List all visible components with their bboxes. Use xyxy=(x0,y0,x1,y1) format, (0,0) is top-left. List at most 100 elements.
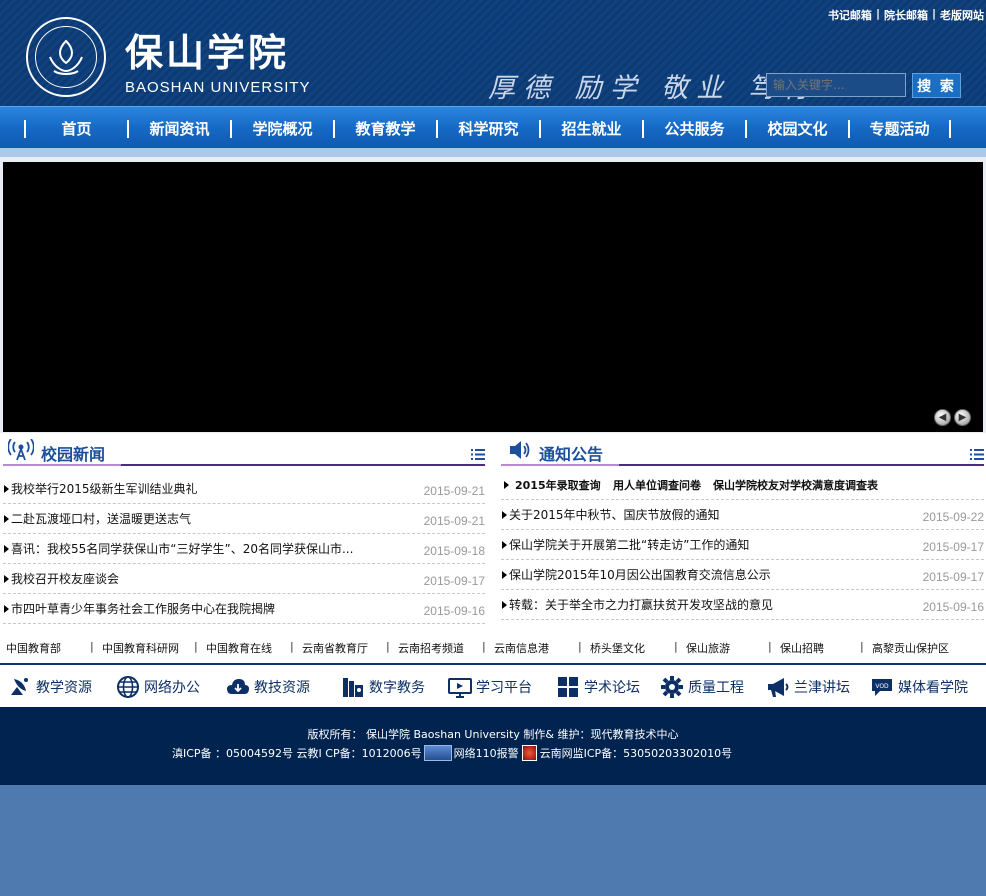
separator: | xyxy=(90,640,94,653)
nav-underline-strip xyxy=(0,148,986,157)
notice-title[interactable]: 转载：关于举全市之力打赢扶贫开发攻坚战的意见 xyxy=(509,596,773,613)
notice-title[interactable]: 关于2015年中秋节、国庆节放假的通知 xyxy=(509,506,720,523)
next-arrow-icon[interactable]: ▶ xyxy=(954,409,971,426)
academic-forum-button[interactable]: 学术论坛 xyxy=(556,675,640,699)
nav-item-about[interactable]: 学院概况 xyxy=(230,120,333,138)
alumni-survey-link[interactable]: 保山学院校友对学校满意度调查表 xyxy=(713,477,878,493)
friend-link[interactable]: 保山旅游 xyxy=(686,640,730,656)
friend-link[interactable]: 高黎贡山保护区 xyxy=(872,640,949,656)
lanjin-forum-button[interactable]: 兰津讲坛 xyxy=(766,675,850,699)
separator: | xyxy=(482,640,486,653)
nav-item-admission[interactable]: 招生就业 xyxy=(539,120,642,138)
news-title[interactable]: 喜讯：我校55名同学获保山市“三好学生”、20名同学获保山市... xyxy=(11,540,353,557)
news-title[interactable]: 我校召开校友座谈会 xyxy=(11,570,119,587)
antenna-icon xyxy=(8,439,34,461)
university-seal-logo[interactable] xyxy=(26,17,106,97)
bullet-triangle-icon xyxy=(502,511,507,519)
police-car-icon[interactable] xyxy=(423,745,452,761)
friend-link[interactable]: 桥头堡文化 xyxy=(590,640,645,656)
icp-row: 滇ICP备 ：05004592号 云教I CP备：1012006号 网络110报… xyxy=(172,745,732,761)
teaching-resources-label: 教学资源 xyxy=(36,680,92,696)
notice-title[interactable]: 保山学院2015年10月因公出国教育交流信息公示 xyxy=(509,566,771,583)
nav-item-topics[interactable]: 专题活动 xyxy=(848,120,951,138)
list-item[interactable]: 保山学院关于开展第二批“转走访”工作的通知 2015-09-17 xyxy=(501,530,984,560)
friend-link[interactable]: 云南招考频道 xyxy=(398,640,464,656)
admission-query-link[interactable]: 2015年录取查询 xyxy=(515,477,601,493)
notice-date: 2015-09-17 xyxy=(922,570,984,584)
section-title: 校园新闻 xyxy=(41,445,106,464)
friend-link[interactable]: 中国教育在线 xyxy=(206,640,272,656)
notice-title[interactable]: 保山学院关于开展第二批“转走访”工作的通知 xyxy=(509,536,749,553)
notices-list: 关于2015年中秋节、国庆节放假的通知 2015-09-22 保山学院关于开展第二… xyxy=(501,500,984,620)
old-site-link[interactable]: 老版网站 xyxy=(940,7,984,23)
prev-arrow-icon[interactable]: ◀ xyxy=(934,409,951,426)
news-date: 2015-09-21 xyxy=(423,484,485,498)
separator: | xyxy=(768,640,772,653)
edu-tech-resources-button[interactable]: 教技资源 xyxy=(226,675,310,699)
list-item[interactable]: 喜讯：我校55名同学获保山市“三好学生”、20名同学获保山市... 2015-09… xyxy=(3,534,485,564)
digital-academic-label: 数字教务 xyxy=(369,680,425,696)
learning-platform-button[interactable]: 学习平台 xyxy=(448,675,532,699)
nav-item-research[interactable]: 科学研究 xyxy=(436,120,539,138)
news-date: 2015-09-21 xyxy=(423,514,485,528)
search-button[interactable]: 搜 索 xyxy=(912,73,961,98)
nav-item-education[interactable]: 教育教学 xyxy=(333,120,436,138)
academic-forum-label: 学术论坛 xyxy=(584,680,640,696)
nav-item-home[interactable]: 首页 xyxy=(24,120,127,138)
digital-academic-button[interactable]: 数字教务 xyxy=(341,675,425,699)
network-office-button[interactable]: 网络办公 xyxy=(116,675,200,699)
list-more-icon[interactable] xyxy=(970,448,984,461)
top-links: 书记邮箱 | 院长邮箱 | 老版网站 xyxy=(828,7,984,23)
news-title[interactable]: 市四叶草青少年事务社会工作服务中心在我院揭牌 xyxy=(11,600,275,617)
content-area: 校园新闻 我校举行2015级新生军训结业典礼 2015-09-21 二赴瓦渡垭口村… xyxy=(0,433,986,663)
separator: | xyxy=(875,7,880,20)
media-view-button[interactable]: VOD 媒体看学院 xyxy=(870,675,968,699)
bullet-triangle-icon xyxy=(502,541,507,549)
secretary-mail-link[interactable]: 书记邮箱 xyxy=(828,7,872,23)
friend-link[interactable]: 云南信息港 xyxy=(494,640,549,656)
nav-item-culture[interactable]: 校园文化 xyxy=(745,120,848,138)
banner-slideshow[interactable]: ◀ ▶ xyxy=(3,162,983,432)
friend-link[interactable]: 云南省教育厅 xyxy=(302,640,368,656)
grid-icon xyxy=(558,677,578,697)
bullet-triangle-icon xyxy=(4,515,9,523)
news-title[interactable]: 我校举行2015级新生军训结业典礼 xyxy=(11,480,198,497)
police-badge-icon[interactable] xyxy=(521,745,537,761)
list-more-icon[interactable] xyxy=(471,448,485,461)
quality-project-button[interactable]: 质量工程 xyxy=(660,675,744,699)
report-link[interactable]: 网络110报警 xyxy=(454,745,519,761)
employer-survey-link[interactable]: 用人单位调查问卷 xyxy=(613,477,701,493)
news-title[interactable]: 二赴瓦渡垭口村，送温暖更送志气 xyxy=(11,510,191,527)
friend-link[interactable]: 保山招聘 xyxy=(780,640,824,656)
president-mail-link[interactable]: 院长邮箱 xyxy=(884,7,928,23)
news-date: 2015-09-16 xyxy=(423,604,485,618)
list-item[interactable]: 关于2015年中秋节、国庆节放假的通知 2015-09-22 xyxy=(501,500,984,530)
lanjin-forum-label: 兰津讲坛 xyxy=(794,680,850,696)
bullet-triangle-icon xyxy=(502,571,507,579)
icp-text: 滇ICP备 ：05004592号 云教I CP备：1012006号 xyxy=(172,747,422,760)
search-input[interactable] xyxy=(766,73,906,97)
satellite-dish-icon xyxy=(11,678,28,695)
site-footer: 版权所有： 保山学院 Baoshan University 制作& 维护：现代教… xyxy=(0,707,986,785)
list-item[interactable]: 保山学院2015年10月因公出国教育交流信息公示 2015-09-17 xyxy=(501,560,984,590)
list-item[interactable]: 二赴瓦渡垭口村，送温暖更送志气 2015-09-21 xyxy=(3,504,485,534)
learning-platform-label: 学习平台 xyxy=(476,680,532,696)
nav-item-services[interactable]: 公共服务 xyxy=(642,120,745,138)
monitor-icon xyxy=(448,678,472,698)
list-item[interactable]: 市四叶草青少年事务社会工作服务中心在我院揭牌 2015-09-16 xyxy=(3,594,485,624)
nav-item-news[interactable]: 新闻资讯 xyxy=(127,120,230,138)
list-item[interactable]: 我校召开校友座谈会 2015-09-17 xyxy=(3,564,485,594)
campus-news-list: 我校举行2015级新生军训结业典礼 2015-09-21 二赴瓦渡垭口村，送温暖更… xyxy=(3,474,485,624)
teaching-resources-button[interactable]: 教学资源 xyxy=(8,675,92,699)
globe-icon xyxy=(117,676,139,698)
notices-section: 通知公告 2015年录取查询 用人单位调查问卷 保山学院校友对学校满意度调查表 … xyxy=(501,433,984,620)
list-item[interactable]: 我校举行2015级新生军训结业典礼 2015-09-21 xyxy=(3,474,485,504)
news-date: 2015-09-17 xyxy=(423,574,485,588)
copyright-text: 版权所有： 保山学院 Baoshan University 制作& 维护：现代教… xyxy=(307,728,679,741)
friend-link[interactable]: 中国教育部 xyxy=(6,640,61,656)
friend-link[interactable]: 中国教育科研网 xyxy=(102,640,179,656)
separator: | xyxy=(860,640,864,653)
list-item[interactable]: 转载：关于举全市之力打赢扶贫开发攻坚战的意见 2015-09-16 xyxy=(501,590,984,620)
notice-date: 2015-09-16 xyxy=(922,600,984,614)
bullet-triangle-icon xyxy=(4,545,9,553)
